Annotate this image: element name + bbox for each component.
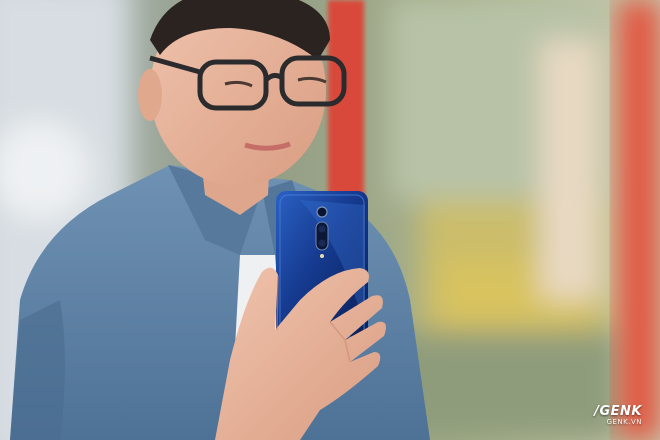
watermark-site: GENK.VN [606, 418, 642, 426]
red-pole-right [618, 0, 660, 440]
photo-scene [0, 0, 660, 440]
photo: /GENK GENK.VN [0, 0, 660, 440]
watermark: /GENK GENK.VN [594, 404, 642, 426]
ear [138, 69, 162, 121]
watermark-logo: /GENK [594, 404, 642, 419]
